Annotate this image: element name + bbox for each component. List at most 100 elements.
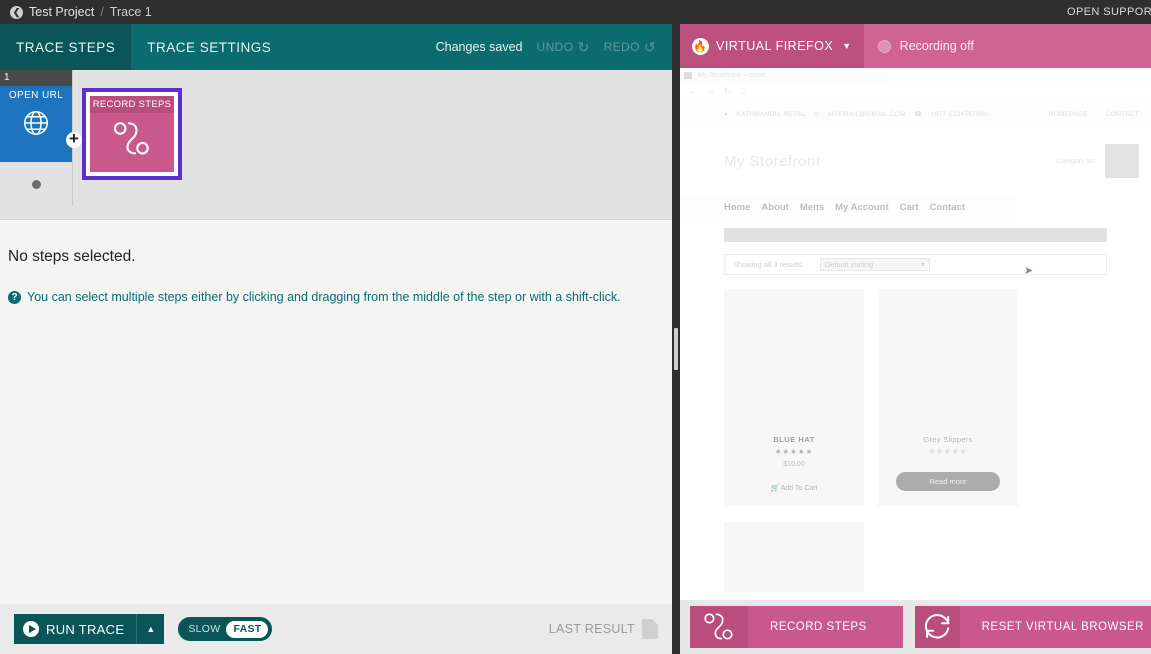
add-to-cart-button[interactable]: 🛒 Add To Cart bbox=[728, 484, 860, 492]
record-steps-icon bbox=[690, 606, 748, 648]
site-logo[interactable]: My Storefront bbox=[724, 153, 821, 170]
left-bottom-toolbar: RUN TRACE ▲ SLOW FAST LAST RESULT bbox=[0, 604, 672, 654]
site-nav-contact[interactable]: Contact bbox=[930, 202, 965, 213]
run-trace-main[interactable]: RUN TRACE bbox=[14, 621, 136, 637]
speed-slow-option[interactable]: SLOW bbox=[182, 623, 226, 635]
browser-tab-title-text: My Storefront bbox=[698, 72, 740, 79]
splitter-grip-icon[interactable] bbox=[674, 328, 678, 370]
shop-sort-select[interactable]: Default sorting ▾ bbox=[820, 258, 930, 271]
redo-arrow-icon: ↺ bbox=[644, 39, 656, 56]
right-pane: 🔥 VIRTUAL FIREFOX ▼ Recording off My Sto… bbox=[680, 24, 1151, 654]
product-title[interactable]: BLUE HAT bbox=[728, 435, 860, 444]
site-contact-bar: ● KATHMANDU, NEPAL ✉ MYEMAIL@GMAIL.COM ☎… bbox=[680, 100, 1151, 128]
site-category-label[interactable]: Category list bbox=[1056, 158, 1095, 165]
browser-nav-bar[interactable]: ← → ↻ □ bbox=[680, 82, 1151, 100]
question-icon: ? bbox=[8, 291, 21, 304]
product-rating-stars: ★★★★★ bbox=[728, 447, 860, 456]
site-top-nav-contact[interactable]: CONTACT bbox=[1106, 111, 1139, 118]
right-bottom-toolbar: RECORD STEPS RESET VIRTUAL BROWSER bbox=[680, 600, 1151, 654]
record-steps-button[interactable]: RECORD STEPS bbox=[690, 606, 903, 648]
site-top-nav-homepage[interactable]: HOMEPAGE bbox=[1048, 111, 1087, 118]
address-bar[interactable] bbox=[779, 87, 1009, 96]
product-rating-stars: ★★★★★ bbox=[882, 447, 1014, 456]
firefox-icon: 🔥 bbox=[692, 38, 709, 55]
redo-button[interactable]: REDO ↺ bbox=[604, 39, 656, 56]
site-main-nav: Home About Mens My Account Cart Contact bbox=[680, 194, 1151, 220]
chevron-down-icon: ▼ bbox=[842, 41, 851, 51]
speed-toggle[interactable]: SLOW FAST bbox=[178, 617, 272, 641]
detail-panel: No steps selected. ? You can select mult… bbox=[0, 220, 672, 304]
virtual-firefox-dropdown[interactable]: 🔥 VIRTUAL FIREFOX ▼ bbox=[680, 24, 864, 68]
home-icon[interactable]: □ bbox=[741, 86, 746, 96]
undo-label: UNDO bbox=[537, 40, 574, 54]
site-nav-about[interactable]: About bbox=[761, 202, 788, 213]
product-title[interactable]: Grey Slippers bbox=[882, 435, 1014, 444]
back-arrow-icon[interactable]: ❮ bbox=[10, 6, 23, 19]
product-card-third[interactable] bbox=[724, 522, 864, 592]
reload-icon[interactable]: ↻ bbox=[724, 86, 732, 97]
page-title: No steps selected. bbox=[8, 248, 672, 266]
speed-fast-option[interactable]: FAST bbox=[226, 621, 268, 638]
pane-splitter[interactable] bbox=[672, 24, 680, 654]
site-nav-mens[interactable]: Mens bbox=[800, 202, 824, 213]
top-bar: ❮ Test Project / Trace 1 OPEN SUPPORT bbox=[0, 0, 1151, 24]
changes-saved-text: Changes saved bbox=[436, 40, 523, 54]
document-icon bbox=[642, 619, 658, 639]
breadcrumb-project[interactable]: Test Project bbox=[29, 5, 94, 19]
site-banner bbox=[724, 228, 1107, 242]
refresh-icon bbox=[915, 606, 960, 648]
product-info: Grey Slippers ★★★★★ Read more bbox=[878, 429, 1018, 505]
step-drag-handle[interactable] bbox=[0, 162, 72, 206]
run-trace-options-caret[interactable]: ▲ bbox=[136, 614, 164, 644]
breadcrumb: ❮ Test Project / Trace 1 bbox=[0, 5, 152, 19]
product-card-blue-hat[interactable]: BLUE HAT ★★★★★ $10.00 🛒 Add To Cart bbox=[724, 289, 864, 506]
site-email: MYEMAIL@GMAIL.COM bbox=[828, 111, 906, 118]
virtual-browser-viewport[interactable]: My Storefront – store ← → ↻ □ ● KATHMAND… bbox=[680, 68, 1151, 604]
run-trace-button[interactable]: RUN TRACE ▲ bbox=[14, 614, 164, 644]
last-result-label: LAST RESULT bbox=[549, 622, 635, 636]
product-card-grey-slippers[interactable]: Grey Slippers ★★★★★ Read more bbox=[878, 289, 1018, 506]
cart-icon[interactable] bbox=[1105, 144, 1139, 178]
shop-results-count: Showing all 3 results bbox=[733, 260, 802, 269]
shop-product-grid: BLUE HAT ★★★★★ $10.00 🛒 Add To Cart Grey… bbox=[724, 289, 1107, 506]
add-step-button[interactable]: + bbox=[66, 132, 82, 148]
globe-icon bbox=[21, 108, 51, 143]
site-top-nav: HOMEPAGE CONTACT bbox=[1048, 111, 1139, 118]
read-more-button[interactable]: Read more bbox=[896, 472, 1000, 491]
browser-menu-icon[interactable] bbox=[684, 72, 692, 79]
site-nav-home[interactable]: Home bbox=[724, 202, 750, 213]
virtual-browser-header: 🔥 VIRTUAL FIREFOX ▼ Recording off bbox=[680, 24, 1151, 68]
recording-status-label: Recording off bbox=[900, 39, 974, 53]
site-address: KATHMANDU, NEPAL bbox=[736, 111, 806, 118]
record-dot-icon bbox=[878, 40, 891, 53]
browser-tab-bar[interactable]: My Storefront – store bbox=[680, 68, 1151, 82]
product-thumbnail bbox=[724, 289, 864, 429]
record-steps-icon bbox=[111, 119, 153, 164]
back-icon[interactable]: ← bbox=[688, 86, 697, 96]
last-result-button[interactable]: LAST RESULT bbox=[549, 619, 658, 639]
left-pane: TRACE STEPS TRACE SETTINGS Changes saved… bbox=[0, 24, 672, 654]
recording-status[interactable]: Recording off bbox=[864, 24, 988, 68]
reset-virtual-browser-button[interactable]: RESET VIRTUAL BROWSER bbox=[915, 606, 1151, 648]
forward-icon[interactable]: → bbox=[706, 86, 715, 96]
tab-trace-settings[interactable]: TRACE SETTINGS bbox=[131, 24, 287, 70]
site-nav-my-account[interactable]: My Account bbox=[835, 202, 888, 213]
site-hero: My Storefront Category list bbox=[680, 128, 1151, 194]
virtual-firefox-label: VIRTUAL FIREFOX bbox=[716, 39, 833, 53]
browser-tab-title[interactable]: My Storefront – store bbox=[698, 72, 765, 79]
breadcrumb-trace[interactable]: Trace 1 bbox=[110, 5, 152, 19]
step-body-open-url[interactable]: OPEN URL bbox=[0, 86, 72, 162]
redo-label: REDO bbox=[604, 40, 640, 54]
tab-trace-steps[interactable]: TRACE STEPS bbox=[0, 24, 131, 70]
shop-result-bar: Showing all 3 results Default sorting ▾ bbox=[724, 254, 1107, 275]
add-to-cart-label: Add To Cart bbox=[781, 485, 818, 492]
save-status-group: Changes saved UNDO ↻ REDO ↺ bbox=[436, 24, 672, 70]
drag-dot-icon bbox=[32, 180, 41, 189]
step-card-1[interactable]: 1 OPEN URL bbox=[0, 70, 73, 206]
record-steps-label: RECORD STEPS bbox=[748, 606, 889, 648]
open-support-link[interactable]: OPEN SUPPORT bbox=[1067, 6, 1151, 18]
undo-button[interactable]: UNDO ↻ bbox=[537, 39, 590, 56]
site-nav-cart[interactable]: Cart bbox=[900, 202, 919, 213]
step-number: 1 bbox=[0, 70, 72, 86]
record-steps-tile[interactable]: RECORD STEPS bbox=[82, 88, 182, 180]
